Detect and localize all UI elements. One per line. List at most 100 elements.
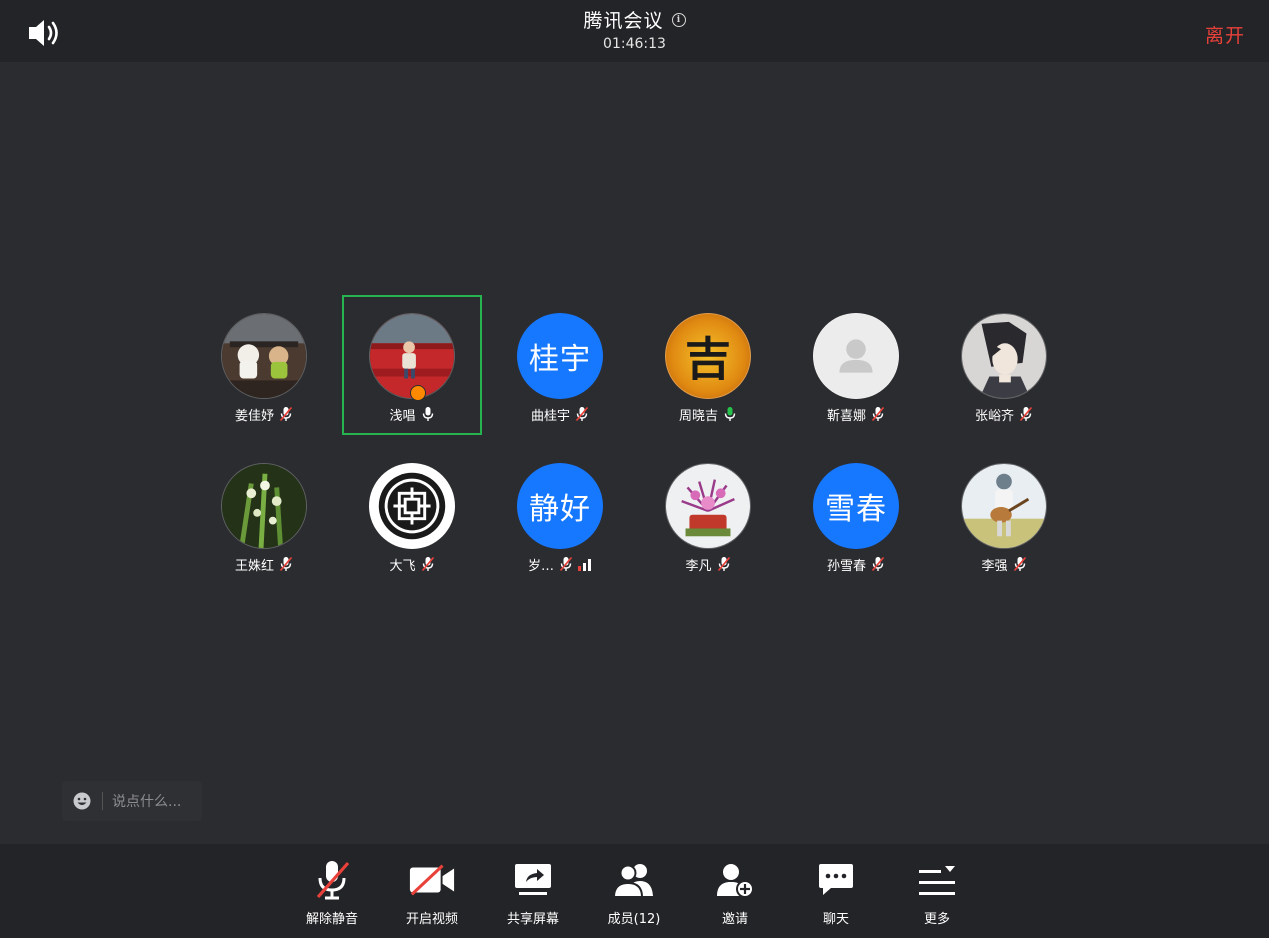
avatar-text-label: 桂宇	[529, 342, 591, 377]
mic-speaking-icon	[724, 407, 736, 421]
flowers-photo-icon	[666, 464, 750, 548]
tool-icon-wrap	[711, 860, 759, 900]
participant-grid: 姜佳妤 浅唱 桂宇 曲桂宇 吉 周晓吉 靳喜娜 张峪齐 王姝红 大飞 静好 岁……	[190, 295, 1080, 593]
participant-name-row: 曲桂宇	[530, 405, 589, 424]
bottom-toolbar: 解除静音 开启视频 共享屏幕 成员(12) 邀请 聊天 更多	[0, 844, 1269, 938]
mic-muted-icon	[871, 556, 885, 572]
chat-placeholder: 说点什么...	[112, 794, 182, 810]
participant-tile[interactable]: 李凡	[634, 445, 782, 593]
participant-name-row: 李强	[981, 555, 1026, 574]
participant-name-row: 靳喜娜	[826, 405, 885, 424]
default-person-icon	[814, 314, 898, 398]
tool-icon-wrap	[610, 860, 658, 900]
network-signal-icon	[578, 558, 591, 571]
tool-icon-wrap	[509, 860, 557, 900]
participant-tile[interactable]: 李强	[930, 445, 1078, 593]
participant-name: 岁…	[527, 558, 554, 574]
participant-name: 周晓吉	[678, 408, 718, 424]
participant-name: 孙雪春	[826, 558, 866, 574]
participant-name: 姜佳妤	[234, 408, 274, 424]
mic-muted-icon	[559, 556, 573, 572]
share-screen-label: 共享屏幕	[506, 912, 559, 927]
participant-name-row: 岁…	[527, 555, 592, 574]
members-icon	[613, 864, 653, 898]
avatar	[221, 463, 307, 549]
video-off-icon	[409, 864, 455, 896]
chat-label: 聊天	[822, 912, 849, 927]
leave-button[interactable]: 离开	[1205, 21, 1245, 48]
participant-tile[interactable]: 桂宇 曲桂宇	[486, 295, 634, 443]
share-screen-button[interactable]: 共享屏幕	[488, 844, 578, 938]
participant-tile[interactable]: 大飞	[338, 445, 486, 593]
mic-muted-icon	[279, 556, 293, 572]
participant-tile[interactable]: 静好 岁…	[486, 445, 634, 593]
ji-character-logo: 吉	[685, 332, 731, 386]
mic-muted-icon	[1013, 556, 1026, 572]
mic-muted-icon	[717, 556, 730, 572]
avatar	[369, 463, 455, 549]
avatar	[961, 463, 1047, 549]
avatar-text: 雪春	[813, 463, 899, 549]
meeting-title: 腾讯会议	[583, 10, 664, 32]
more-menu-icon	[919, 866, 955, 895]
invite-button[interactable]: 邀请	[690, 844, 780, 938]
tool-icon-wrap	[812, 860, 860, 900]
chat-bubble-icon	[819, 864, 853, 895]
participant-name-row: 浅唱	[389, 405, 434, 424]
participant-name: 王姝红	[234, 558, 274, 574]
mic-muted-icon	[316, 861, 350, 900]
chinese-pattern-icon	[370, 464, 454, 548]
anime-photo-icon	[962, 314, 1046, 398]
meeting-timer: 01:46:13	[603, 36, 666, 52]
participant-name-row: 王姝红	[234, 555, 293, 574]
participant-name: 曲桂宇	[530, 408, 570, 424]
avatar-text-label: 静好	[529, 492, 591, 527]
participant-name-row: 孙雪春	[826, 555, 885, 574]
participant-tile[interactable]: 张峪齐	[930, 295, 1078, 443]
avatar	[961, 313, 1047, 399]
invite-label: 邀请	[721, 912, 748, 927]
meeting-window: 腾讯会议 i 01:46:13 离开 姜佳妤 浅唱 桂宇 曲桂宇 吉 周晓吉 靳…	[0, 0, 1269, 938]
chat-input[interactable]: 说点什么...	[62, 781, 202, 821]
avatar-text: 静好	[517, 463, 603, 549]
dogs-photo-icon	[222, 314, 306, 398]
participant-name: 靳喜娜	[826, 408, 866, 424]
more-button[interactable]: 更多	[892, 844, 982, 938]
members-label: 成员(12)	[607, 912, 661, 927]
participant-tile-active[interactable]: 浅唱	[342, 295, 482, 435]
start-video-label: 开启视频	[405, 912, 458, 927]
avatar	[221, 313, 307, 399]
participant-name: 张峪齐	[974, 408, 1014, 424]
tool-icon-wrap	[308, 860, 356, 900]
unmute-button[interactable]: 解除静音	[287, 844, 377, 938]
red-bus-photo-icon	[370, 314, 454, 398]
participant-tile[interactable]: 靳喜娜	[782, 295, 930, 443]
start-video-button[interactable]: 开启视频	[387, 844, 477, 938]
participant-name: 大飞	[389, 558, 416, 574]
chat-button[interactable]: 聊天	[791, 844, 881, 938]
members-button[interactable]: 成员(12)	[589, 844, 679, 938]
participant-name: 李强	[981, 558, 1008, 574]
unmute-label: 解除静音	[305, 912, 358, 927]
chat-divider	[102, 792, 103, 810]
mic-muted-icon	[575, 406, 589, 422]
avatar-text: 桂宇	[517, 313, 603, 399]
mic-on-icon	[422, 407, 433, 421]
host-badge-icon	[410, 385, 426, 401]
info-icon[interactable]: i	[671, 12, 686, 27]
participant-name-row: 李凡	[685, 555, 730, 574]
participant-tile[interactable]: 吉 周晓吉	[634, 295, 782, 443]
add-user-icon	[717, 864, 754, 898]
top-bar: 腾讯会议 i 01:46:13 离开	[0, 0, 1269, 62]
participant-tile[interactable]: 王姝红	[190, 445, 338, 593]
mic-muted-icon	[279, 406, 293, 422]
avatar-text-label: 雪春	[825, 492, 887, 527]
participant-name-row: 姜佳妤	[234, 405, 293, 424]
participant-name-row: 大飞	[389, 555, 434, 574]
participant-tile[interactable]: 姜佳妤	[190, 295, 338, 443]
participant-tile[interactable]: 雪春 孙雪春	[782, 445, 930, 593]
avatar	[665, 463, 751, 549]
tool-icon-wrap	[408, 860, 456, 900]
participant-name: 浅唱	[389, 408, 416, 424]
emoji-icon[interactable]	[73, 792, 91, 810]
